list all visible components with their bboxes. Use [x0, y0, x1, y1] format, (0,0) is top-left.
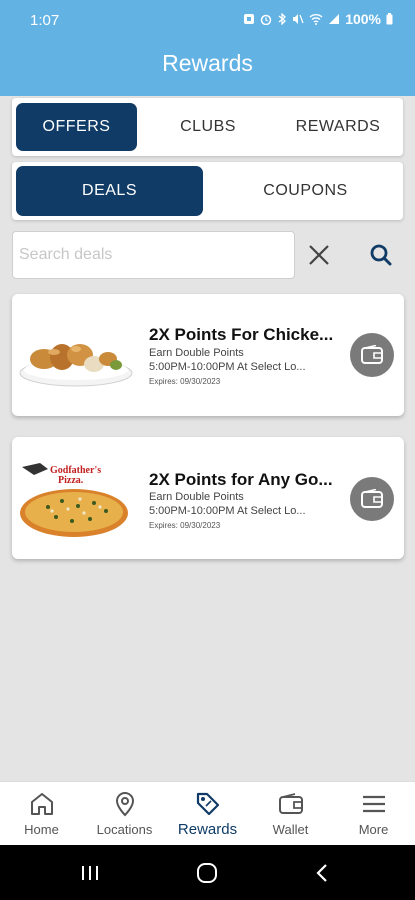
search-button[interactable]	[363, 237, 399, 273]
deal-card[interactable]: 2X Points For Chicke... Earn Double Poin…	[12, 294, 404, 416]
tab-deals[interactable]: DEALS	[16, 166, 203, 216]
nav-more[interactable]: More	[332, 782, 415, 846]
mute-icon	[293, 14, 304, 24]
deal-expiration: Expires: 09/30/2023	[149, 377, 221, 386]
deal-title: 2X Points for Any Go...	[149, 470, 333, 489]
nav-rewards[interactable]: Rewards	[166, 782, 249, 846]
tab-clubs[interactable]: CLUBS	[146, 103, 270, 151]
pizza-logo-line2: Pizza.	[58, 475, 84, 486]
sub-tab-bar: DEALS COUPONS	[12, 162, 403, 220]
battery-icon	[386, 13, 393, 25]
search-input[interactable]	[13, 232, 294, 278]
chicken-plate-image	[19, 344, 133, 387]
deal-description: Earn Double Points	[149, 491, 244, 503]
status-bar: 1:07 100%	[0, 0, 415, 40]
deal-card[interactable]: Godfather's Pizza. 2X Points for Any Go.…	[12, 437, 404, 559]
home-icon	[30, 793, 53, 815]
status-time: 1:07	[30, 12, 60, 29]
search-field	[12, 231, 295, 279]
back-button[interactable]	[302, 855, 342, 891]
tab-offers[interactable]: OFFERS	[16, 103, 137, 151]
tab-rewards[interactable]: REWARDS	[276, 103, 400, 151]
deal-time: 5:00PM-10:00PM At Select Lo...	[149, 505, 306, 517]
deal-expiration: Expires: 09/30/2023	[149, 521, 221, 530]
alarm-icon	[260, 14, 272, 25]
system-navigation-bar	[0, 845, 415, 900]
clear-search-button[interactable]	[301, 237, 337, 273]
battery-percentage: 100%	[345, 11, 381, 27]
deal-time: 5:00PM-10:00PM At Select Lo...	[149, 361, 306, 373]
recent-apps-icon	[82, 866, 98, 880]
wallet-icon	[361, 489, 383, 508]
nav-home-label: Home	[24, 822, 59, 837]
nav-rewards-label: Rewards	[177, 821, 238, 838]
wallet-icon	[361, 345, 383, 364]
home-circle-icon	[197, 863, 217, 883]
tab-coupons[interactable]: COUPONS	[212, 166, 399, 216]
signal-icon	[329, 14, 340, 24]
recent-apps-button[interactable]	[70, 855, 110, 891]
main-tab-bar: OFFERS CLUBS REWARDS	[12, 98, 403, 156]
tag-icon	[196, 792, 219, 816]
add-to-wallet-button[interactable]	[350, 477, 394, 521]
deal-description: Earn Double Points	[149, 347, 244, 359]
page-title: Rewards	[162, 50, 253, 76]
bluetooth-icon	[278, 13, 287, 25]
app-header: 1:07 100% Rewards	[0, 0, 415, 96]
close-icon	[309, 245, 329, 265]
wallet-icon	[278, 793, 303, 814]
search-icon	[370, 244, 392, 266]
wifi-icon	[309, 14, 323, 25]
nav-home[interactable]: Home	[0, 782, 83, 846]
nav-wallet-label: Wallet	[272, 822, 309, 837]
godfathers-pizza-image: Godfather's Pizza.	[20, 463, 128, 537]
nav-locations-label: Locations	[96, 822, 153, 837]
add-to-wallet-button[interactable]	[350, 333, 394, 377]
menu-icon	[362, 795, 385, 813]
nav-locations[interactable]: Locations	[83, 782, 166, 846]
bottom-navigation: Home Locations Rewards Wallet More	[0, 781, 415, 845]
status-icons: 100%	[243, 11, 393, 27]
nav-wallet[interactable]: Wallet	[249, 782, 332, 846]
nav-more-label: More	[358, 822, 389, 837]
home-system-button[interactable]	[187, 855, 227, 891]
back-chevron-icon	[316, 864, 327, 882]
location-pin-icon	[115, 792, 134, 817]
deal-title: 2X Points For Chicke...	[149, 325, 334, 344]
notification-icon	[244, 14, 255, 24]
